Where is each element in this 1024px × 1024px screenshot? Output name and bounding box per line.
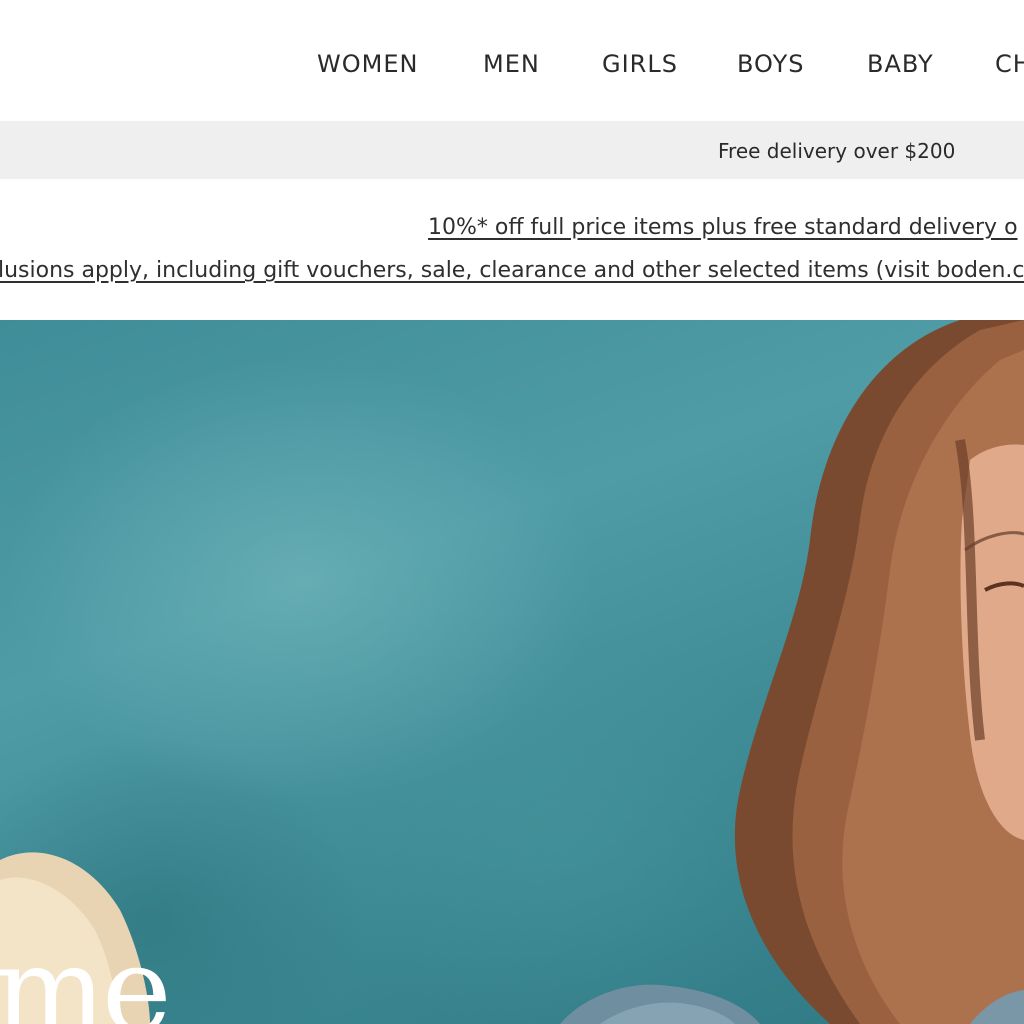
promo-exclusions-link[interactable]: lusions apply, including gift vouchers, … [0, 256, 1024, 286]
hero-banner[interactable]: me [0, 320, 1024, 1024]
nav-item-women[interactable]: WOMEN [317, 48, 418, 80]
nav-item-girls[interactable]: GIRLS [602, 48, 678, 80]
hero-photo [0, 320, 1024, 1024]
promo-offer-link[interactable]: 10%* off full price items plus free stan… [428, 213, 1018, 243]
nav-item-men[interactable]: MEN [483, 48, 540, 80]
delivery-banner: Free delivery over $200 [0, 121, 1024, 179]
nav-item-children-truncated[interactable]: CH [995, 48, 1024, 80]
nav-item-boys[interactable]: BOYS [737, 48, 805, 80]
main-nav: WOMEN MEN GIRLS BOYS BABY CH [0, 0, 1024, 121]
hero-script-heading: me [0, 921, 172, 1024]
delivery-banner-text: Free delivery over $200 [718, 139, 956, 163]
nav-item-baby[interactable]: BABY [867, 48, 934, 80]
promo-banner: 10%* off full price items plus free stan… [0, 179, 1024, 320]
page: WOMEN MEN GIRLS BOYS BABY CH Free delive… [0, 0, 1024, 1024]
